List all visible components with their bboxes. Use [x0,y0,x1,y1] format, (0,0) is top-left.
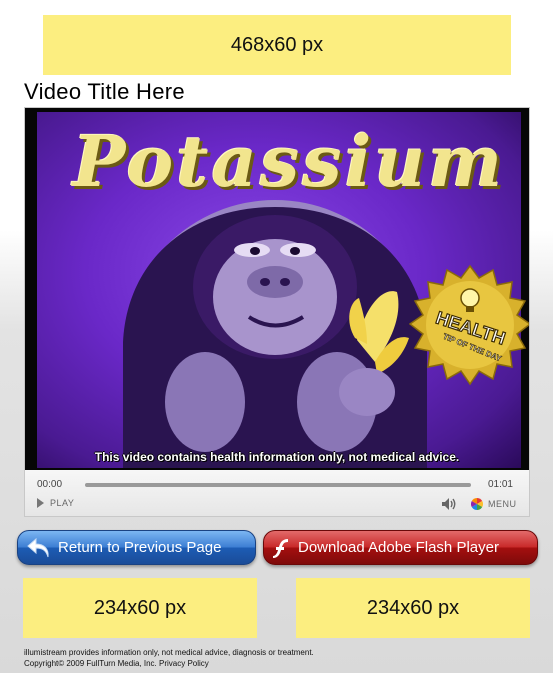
return-arrow-icon [26,537,52,559]
footer-copyright-line: Copyright© 2009 FullTurn Media, Inc. Pri… [24,658,314,669]
flash-button-label: Download Adobe Flash Player [298,539,499,556]
current-time: 00:00 [37,479,63,490]
player-controls: 00:00 01:01 PLAY MENU [25,470,529,516]
progress-bar[interactable] [85,483,471,487]
play-icon [37,498,44,508]
health-tip-badge: HEALTH TIP OF THE DAY [409,264,529,386]
return-button-label: Return to Previous Page [58,539,222,556]
video-frame-title: Potassium [72,120,506,203]
ad-banner-top-label: 468x60 px [230,33,324,56]
footer: illumistream provides information only, … [24,647,314,669]
video-player: Potassium HEALTH TIP OF THE DAY This vid… [24,107,530,517]
footer-disclaimer: illumistream provides information only, … [24,648,314,657]
flash-logo-icon [272,537,292,559]
play-label: PLAY [50,498,75,508]
total-time: 01:01 [487,479,513,490]
ad-banner-bottom-left-label: 234x60 px [93,596,187,619]
menu-icon [471,498,483,510]
video-caption: This video contains health information o… [94,450,460,464]
ad-banner-bottom-right-label: 234x60 px [366,596,460,619]
volume-icon[interactable] [441,497,457,511]
menu-label: MENU [488,499,517,509]
video-screen[interactable]: Potassium HEALTH TIP OF THE DAY This vid… [25,108,529,470]
menu-button[interactable]: MENU [471,498,517,510]
ad-banner-bottom-left[interactable]: 234x60 px [23,578,257,638]
download-flash-player-button[interactable]: Download Adobe Flash Player [263,530,538,565]
copyright-text: Copyright© 2009 FullTurn Media, Inc. [24,659,157,668]
video-frame: Potassium HEALTH TIP OF THE DAY [37,112,529,468]
privacy-policy-link[interactable]: Privacy Policy [159,659,209,668]
return-to-previous-page-button[interactable]: Return to Previous Page [17,530,256,565]
video-title: Video Title Here [24,79,185,104]
ad-banner-top[interactable]: 468x60 px [43,15,511,75]
ad-banner-bottom-right[interactable]: 234x60 px [296,578,530,638]
play-button[interactable]: PLAY [37,498,74,508]
